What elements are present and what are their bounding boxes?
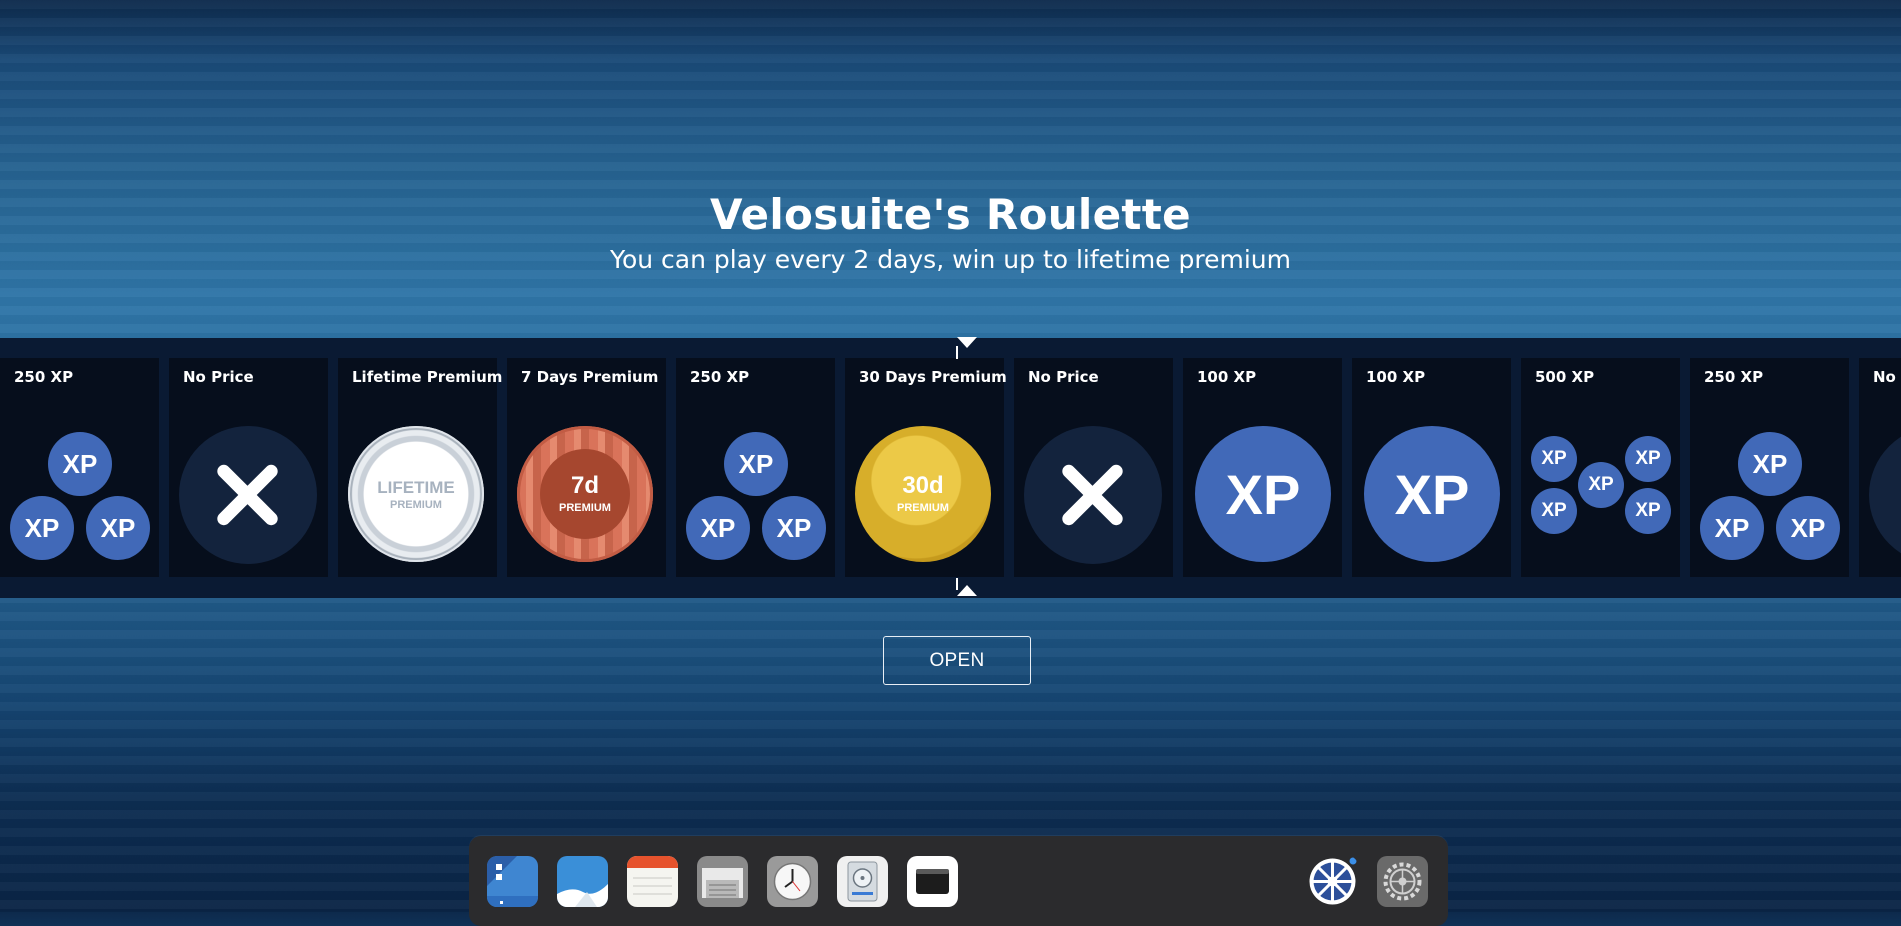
selection-marker-top [957, 337, 977, 348]
roulette-item: No Price [169, 358, 328, 577]
roulette-item: Lifetime Premium LIFETIME PREMIUM [338, 358, 502, 577]
xp-250-icon: XP XP XP [1690, 426, 1849, 568]
disk-utility-icon[interactable] [837, 856, 888, 907]
badge-subtext: PREMIUM [559, 502, 611, 514]
roulette-item: 250 XP XP XP XP [676, 358, 835, 577]
roulette-item: 250 XP XP XP XP [1690, 358, 1849, 577]
premium-7d-icon: 7d PREMIUM [507, 426, 666, 568]
roulette-item: 100 XP XP [1183, 358, 1342, 577]
no-prize-icon [1014, 426, 1173, 568]
files-icon[interactable] [697, 856, 748, 907]
xp-token: XP [686, 496, 750, 560]
roulette-item-label: 30 Days Premium [859, 368, 1007, 386]
badge-text: 30d [902, 472, 944, 499]
xp-token: XP [1625, 436, 1671, 482]
roulette-app-icon[interactable] [1307, 856, 1358, 907]
xp-250-icon: XP XP XP [676, 426, 835, 568]
roulette-item-label: No Price [1873, 368, 1901, 386]
roulette-item: 500 XP XP XP XP XP XP [1521, 358, 1680, 577]
open-button[interactable]: OPEN [883, 636, 1031, 685]
badge-text: 7d [570, 472, 599, 499]
roulette-item: 30 Days Premium 30d PREMIUM [845, 358, 1007, 577]
badge-text: LIFETIME [377, 478, 455, 497]
xp-500-icon: XP XP XP XP XP [1521, 426, 1680, 568]
no-prize-icon [1859, 426, 1901, 568]
xp-token: XP [1578, 462, 1624, 508]
roulette-item-label: 7 Days Premium [521, 368, 659, 386]
xp-250-icon: XP XP XP [0, 426, 159, 568]
roulette-item-label: 500 XP [1535, 368, 1595, 386]
page-title: Velosuite's Roulette [710, 190, 1191, 239]
photos-icon[interactable] [557, 856, 608, 907]
xp-100-icon: XP [1352, 426, 1511, 568]
notes-icon[interactable] [627, 856, 678, 907]
xp-token: XP [48, 432, 112, 496]
xp-token: XP [1738, 432, 1802, 496]
roulette-item: No Price [1859, 358, 1901, 577]
xp-token: XP [762, 496, 826, 560]
roulette-item-label: 100 XP [1366, 368, 1426, 386]
xp-token: XP [1364, 426, 1500, 562]
roulette-item-label: 250 XP [690, 368, 750, 386]
xp-100-icon: XP [1183, 426, 1342, 568]
roulette-item-label: No Price [1028, 368, 1099, 386]
dock [469, 836, 1448, 926]
header: Velosuite's Roulette You can play every … [0, 190, 1901, 278]
selection-line-top [956, 346, 958, 359]
xp-token: XP [1195, 426, 1331, 562]
xp-token: XP [1700, 496, 1764, 560]
roulette-item: 250 XP XP XP XP [0, 358, 159, 577]
roulette-item-label: Lifetime Premium [352, 368, 503, 386]
xp-token: XP [10, 496, 74, 560]
settings-icon[interactable] [1377, 856, 1428, 907]
xp-token: XP [1531, 436, 1577, 482]
roulette-item: 7 Days Premium 7d PREMIUM [507, 358, 666, 577]
xp-token: XP [724, 432, 788, 496]
badge-subtext: PREMIUM [897, 502, 949, 514]
roulette-item-label: 250 XP [14, 368, 74, 386]
launcher-icon[interactable] [487, 856, 538, 907]
xp-token: XP [1531, 488, 1577, 534]
lifetime-premium-icon: LIFETIME PREMIUM [338, 426, 497, 568]
premium-30d-icon: 30d PREMIUM [845, 426, 1004, 568]
clock-icon[interactable] [767, 856, 818, 907]
xp-token: XP [1625, 488, 1671, 534]
roulette-item-label: 100 XP [1197, 368, 1257, 386]
xp-token: XP [1776, 496, 1840, 560]
page-subtitle: You can play every 2 days, win up to lif… [610, 245, 1291, 274]
terminal-icon[interactable] [907, 856, 958, 907]
roulette-item: No Price [1014, 358, 1173, 577]
roulette-item-label: No Price [183, 368, 254, 386]
roulette-item: 100 XP XP [1352, 358, 1511, 577]
no-prize-icon [169, 426, 328, 568]
badge-subtext: PREMIUM [390, 499, 442, 511]
xp-token: XP [86, 496, 150, 560]
selection-marker-bottom [957, 585, 977, 596]
roulette-item-label: 250 XP [1704, 368, 1764, 386]
